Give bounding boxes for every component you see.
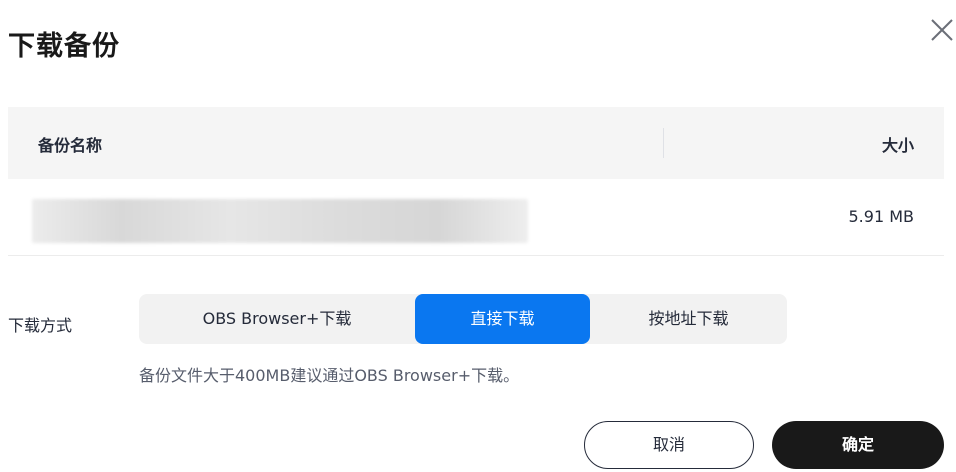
table-row: 5.91 MB: [8, 179, 944, 256]
dialog-title: 下载备份: [8, 31, 120, 62]
download-hint: 备份文件大于400MB建议通过OBS Browser+下载。: [139, 366, 520, 385]
close-icon[interactable]: [928, 16, 956, 44]
option-direct-download[interactable]: 直接下载: [415, 294, 590, 344]
backup-size-cell: 5.91 MB: [848, 207, 915, 226]
download-method-selector: OBS Browser+下载 直接下载 按地址下载: [139, 294, 787, 344]
confirm-button[interactable]: 确定: [772, 421, 944, 469]
option-address-download[interactable]: 按地址下载: [590, 294, 787, 344]
column-divider: [663, 128, 664, 158]
download-backup-dialog: 下载备份 备份名称 大小 5.91 MB 下载方式 OBS Browser+下载…: [0, 0, 956, 472]
blurred-backup-name: [32, 199, 528, 243]
column-header-size: 大小: [881, 136, 914, 155]
backup-table: 备份名称 大小 5.91 MB: [8, 107, 944, 256]
option-obs-browser[interactable]: OBS Browser+下载: [139, 294, 415, 344]
column-header-name: 备份名称: [38, 136, 103, 155]
table-header: 备份名称 大小: [8, 107, 944, 179]
download-method-label: 下载方式: [8, 316, 73, 335]
cancel-button[interactable]: 取消: [584, 421, 754, 469]
